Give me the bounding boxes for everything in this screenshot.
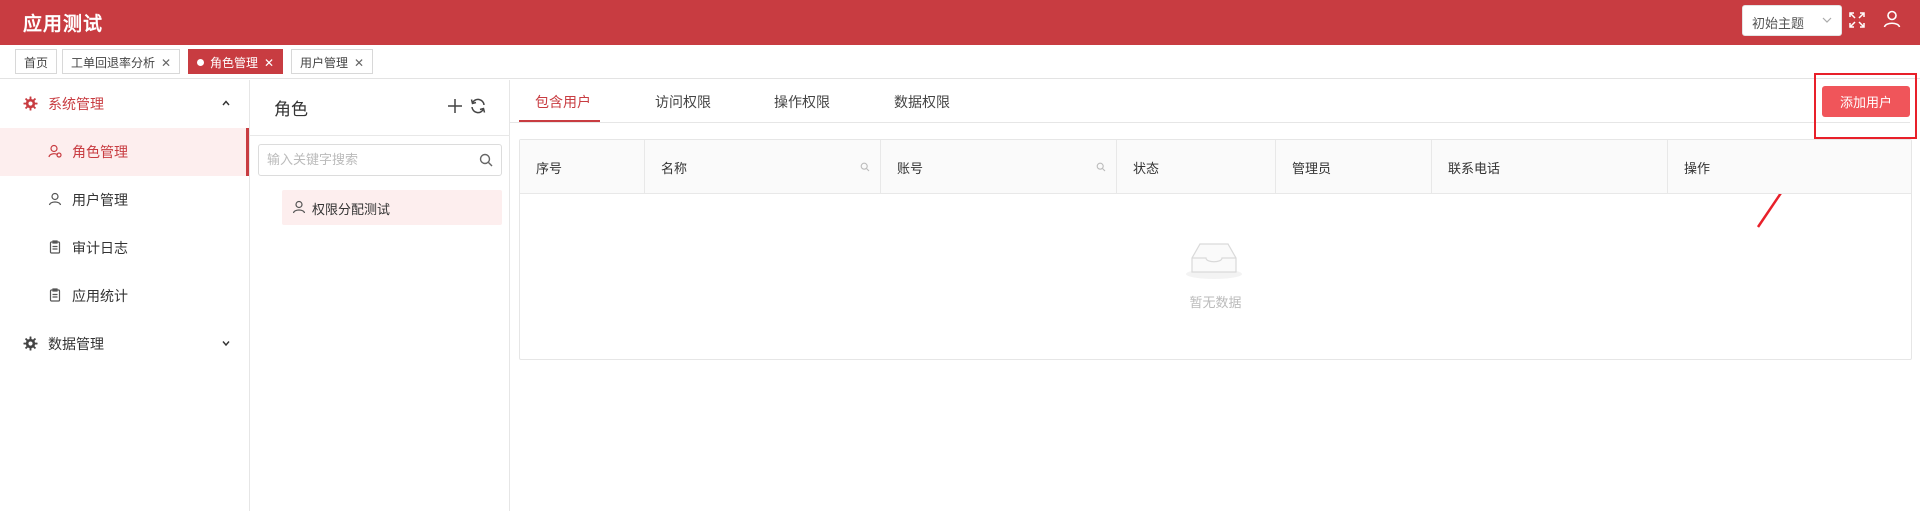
page-tab-user-management[interactable]: 用户管理 ✕ — [291, 49, 374, 74]
page-tab-label: 用户管理 — [300, 56, 349, 70]
column-header: 账号 — [881, 140, 1117, 194]
role-search-input[interactable] — [267, 151, 467, 169]
tab-access-permissions[interactable]: 访问权限 — [655, 92, 711, 112]
refresh-icon[interactable] — [469, 97, 487, 115]
tab-included-users[interactable]: 包含用户 — [535, 92, 591, 112]
sidebar-item-role-management[interactable]: 角色管理 — [0, 128, 249, 176]
sidebar-group-label: 数据管理 — [48, 337, 104, 353]
page-tab-role-management[interactable]: 角色管理 ✕ — [188, 49, 284, 74]
filter-search-icon[interactable] — [860, 162, 870, 172]
sidebar-item-app-stats[interactable]: 应用统计 — [0, 272, 249, 320]
column-header: 操作 — [1668, 140, 1911, 194]
role-list-item-label: 权限分配测试 — [312, 203, 391, 218]
sidebar-item-label: 审计日志 — [72, 241, 128, 257]
role-panel: 角色 权限分配测试 — [250, 80, 510, 511]
column-header-label: 账号 — [897, 162, 924, 177]
column-header: 状态 — [1117, 140, 1276, 194]
fullscreen-icon[interactable] — [1848, 11, 1866, 29]
sidebar-group-data[interactable]: 数据管理 — [0, 320, 249, 368]
sidebar-group-label: 系统管理 — [48, 97, 104, 113]
plus-icon[interactable] — [447, 98, 463, 114]
role-search-box — [258, 144, 502, 176]
role-list-item[interactable]: 权限分配测试 — [282, 190, 502, 225]
column-header: 联系电话 — [1432, 140, 1668, 194]
role-panel-title: 角色 — [274, 100, 308, 120]
page-tab-ticket-analysis[interactable]: 工单回退率分析 ✕ — [62, 49, 181, 74]
column-header: 名称 — [645, 140, 881, 194]
empty-inbox-icon — [1186, 243, 1242, 279]
column-header: 序号 — [520, 140, 645, 194]
active-dot-icon — [197, 59, 204, 66]
column-header-label: 操作 — [1684, 162, 1711, 177]
tab-operation-permissions[interactable]: 操作权限 — [774, 92, 830, 112]
page-tab-bar: 首页 工单回退率分析 ✕ 角色管理 ✕ 用户管理 ✕ — [0, 45, 1920, 79]
divider — [250, 135, 510, 136]
user-avatar-icon[interactable] — [1882, 9, 1902, 29]
sidebar-item-label: 角色管理 — [72, 145, 128, 161]
role-icon — [48, 144, 62, 158]
column-header-label: 管理员 — [1292, 162, 1332, 177]
active-tab-underline — [519, 120, 600, 122]
user-table: 序号 名称 账号 状态 管理员 联系电话 操作 暂无数据 — [519, 139, 1912, 360]
user-icon — [48, 192, 62, 206]
sidebar-group-system[interactable]: 系统管理 — [0, 80, 249, 128]
chevron-down-icon — [1822, 17, 1832, 23]
page-tab-label: 首页 — [24, 56, 49, 70]
gear-icon — [23, 336, 38, 351]
user-icon — [292, 200, 306, 214]
sidebar-item-label: 应用统计 — [72, 289, 128, 305]
sidebar-item-audit-log[interactable]: 审计日志 — [0, 224, 249, 272]
tab-data-permissions[interactable]: 数据权限 — [894, 92, 950, 112]
add-user-button[interactable]: 添加用户 — [1822, 86, 1910, 117]
sidebar: 系统管理 角色管理 用户管理 审计日志 应用统计 数据管理 — [0, 80, 250, 511]
close-icon[interactable]: ✕ — [354, 56, 364, 70]
page-tab-label: 角色管理 — [210, 56, 259, 70]
theme-select[interactable]: 初始主题 — [1742, 5, 1842, 36]
empty-state-text: 暂无数据 — [1189, 296, 1242, 311]
close-icon[interactable]: ✕ — [264, 56, 274, 70]
table-header: 序号 名称 账号 状态 管理员 联系电话 操作 — [520, 140, 1911, 194]
page-tab-label: 工单回退率分析 — [71, 56, 156, 70]
clipboard-icon — [49, 240, 61, 254]
theme-select-label: 初始主题 — [1752, 17, 1805, 32]
filter-search-icon[interactable] — [1096, 162, 1106, 172]
column-header-label: 状态 — [1133, 162, 1160, 177]
page-tab-home[interactable]: 首页 — [15, 49, 58, 74]
content-tab-bar: 包含用户 访问权限 操作权限 数据权限 — [510, 80, 1910, 123]
column-header: 管理员 — [1276, 140, 1432, 194]
chevron-down-icon — [222, 341, 230, 347]
gear-icon — [23, 96, 38, 111]
search-icon[interactable] — [479, 153, 493, 167]
column-header-label: 联系电话 — [1448, 162, 1501, 177]
column-header-label: 名称 — [661, 162, 688, 177]
app-header: 应用测试 初始主题 — [0, 0, 1920, 45]
column-header-label: 序号 — [536, 162, 563, 177]
clipboard-icon — [49, 288, 61, 302]
close-icon[interactable]: ✕ — [161, 56, 171, 70]
chevron-up-icon — [222, 100, 230, 106]
sidebar-item-label: 用户管理 — [72, 193, 128, 209]
sidebar-item-user-management[interactable]: 用户管理 — [0, 176, 249, 224]
app-title: 应用测试 — [23, 13, 104, 35]
